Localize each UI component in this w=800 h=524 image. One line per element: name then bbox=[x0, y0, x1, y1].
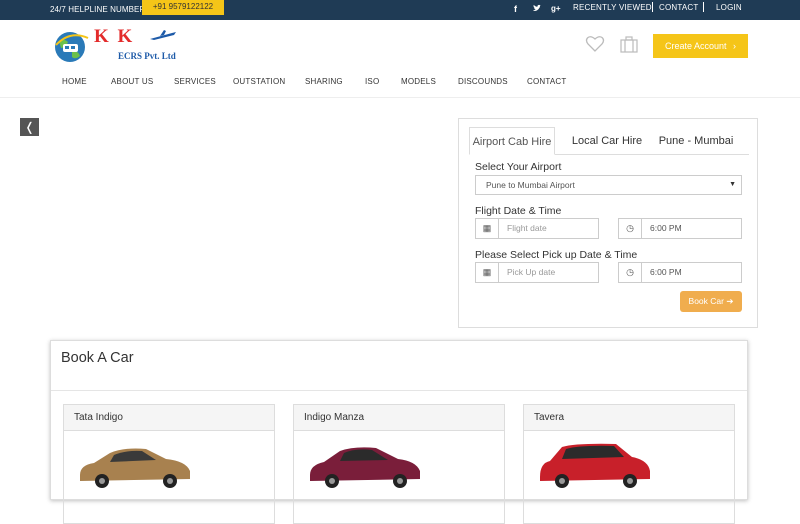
nav-contact[interactable]: CONTACT bbox=[527, 77, 566, 86]
airplane-icon bbox=[150, 30, 176, 40]
car-image bbox=[310, 447, 420, 488]
create-account-label: Create Account bbox=[664, 41, 727, 51]
facebook-icon[interactable]: f bbox=[514, 4, 517, 14]
book-car-button[interactable]: Book Car ➔ bbox=[680, 291, 742, 312]
company-logo[interactable]: K K ECRS Pvt. Ltd bbox=[50, 26, 190, 66]
flight-date-placeholder: Flight date bbox=[507, 223, 547, 233]
recently-viewed-link[interactable]: RECENTLY VIEWED bbox=[573, 3, 652, 12]
pickup-time-value: 6:00 PM bbox=[650, 267, 682, 277]
nav-discounds[interactable]: DISCOUNDS bbox=[458, 77, 508, 86]
nav-sharing[interactable]: SHARING bbox=[305, 77, 343, 86]
clock-icon: ◷ bbox=[619, 263, 642, 282]
flight-date-input[interactable]: ▦ Flight date bbox=[475, 218, 599, 239]
nav-outstation[interactable]: OUTSTATION bbox=[233, 77, 285, 86]
clock-icon: ◷ bbox=[619, 219, 642, 238]
car-card-tavera[interactable]: Tavera bbox=[523, 404, 735, 524]
pickup-label: Please Select Pick up Date & Time bbox=[475, 249, 638, 261]
section-title: Book A Car bbox=[61, 350, 134, 366]
suitcase-icon[interactable] bbox=[620, 35, 638, 53]
flight-time-value: 6:00 PM bbox=[650, 223, 682, 233]
car-card-indigo-manza[interactable]: Indigo Manza bbox=[293, 404, 505, 524]
pickup-date-input[interactable]: ▦ Pick Up date bbox=[475, 262, 599, 283]
booking-tabs: Airport Cab Hire Local Car Hire Pune - M… bbox=[469, 127, 749, 155]
logo-title: K K bbox=[94, 26, 135, 47]
nav-home[interactable]: HOME bbox=[62, 77, 87, 86]
globe-logo-icon bbox=[55, 32, 89, 62]
nav-iso[interactable]: ISO bbox=[365, 77, 379, 86]
pickup-time-input[interactable]: ◷ 6:00 PM bbox=[618, 262, 742, 283]
google-plus-icon[interactable]: g+ bbox=[551, 4, 561, 13]
login-link[interactable]: LOGIN bbox=[716, 3, 742, 12]
arrow-circle-right-icon: ➔ bbox=[726, 296, 734, 306]
twitter-icon[interactable] bbox=[532, 4, 541, 15]
car-name: Tavera bbox=[524, 405, 734, 431]
heart-icon[interactable] bbox=[585, 34, 605, 54]
car-name: Tata Indigo bbox=[64, 405, 274, 431]
site-header: K K ECRS Pvt. Ltd Create Account › HOME … bbox=[0, 20, 800, 98]
calendar-icon: ▦ bbox=[476, 263, 499, 282]
car-image bbox=[80, 448, 190, 488]
helpline-label: 24/7 HELPLINE NUMBER- bbox=[50, 5, 149, 14]
airport-label: Select Your Airport bbox=[475, 161, 562, 173]
top-bar: 24/7 HELPLINE NUMBER- +91 9579122122 f g… bbox=[0, 0, 800, 20]
dropdown-caret-icon: ▼ bbox=[729, 181, 736, 188]
separator bbox=[652, 2, 653, 12]
airport-select-value: Pune to Mumbai Airport bbox=[486, 180, 575, 190]
calendar-icon: ▦ bbox=[476, 219, 499, 238]
pickup-date-placeholder: Pick Up date bbox=[507, 267, 556, 277]
car-name: Indigo Manza bbox=[294, 405, 504, 431]
helpline-phone[interactable]: +91 9579122122 bbox=[142, 0, 224, 15]
tab-airport-cab-hire[interactable]: Airport Cab Hire bbox=[469, 127, 555, 155]
book-car-label: Book Car bbox=[688, 296, 724, 306]
logo-subtitle: ECRS Pvt. Ltd bbox=[118, 51, 176, 61]
nav-models[interactable]: MODELS bbox=[401, 77, 436, 86]
chevron-right-icon: › bbox=[733, 41, 737, 51]
create-account-button[interactable]: Create Account › bbox=[653, 34, 748, 58]
booking-panel: Airport Cab Hire Local Car Hire Pune - M… bbox=[458, 118, 758, 328]
separator bbox=[703, 2, 704, 12]
slider-prev-button[interactable]: ❬ bbox=[20, 118, 39, 136]
car-image bbox=[540, 443, 650, 488]
tab-pune-mumbai[interactable]: Pune - Mumbai bbox=[655, 127, 737, 155]
flight-label: Flight Date & Time bbox=[475, 205, 562, 217]
tab-local-car-hire[interactable]: Local Car Hire bbox=[567, 127, 647, 155]
contact-link[interactable]: CONTACT bbox=[659, 3, 698, 12]
nav-about-us[interactable]: ABOUT US bbox=[111, 77, 153, 86]
car-card-tata-indigo[interactable]: Tata Indigo bbox=[63, 404, 275, 524]
airport-select[interactable]: Pune to Mumbai Airport ▼ bbox=[475, 175, 742, 195]
nav-services[interactable]: SERVICES bbox=[174, 77, 216, 86]
book-a-car-section: Book A Car Tata Indigo Indigo Manza Tave… bbox=[50, 340, 748, 524]
flight-time-input[interactable]: ◷ 6:00 PM bbox=[618, 218, 742, 239]
section-divider bbox=[51, 390, 747, 391]
